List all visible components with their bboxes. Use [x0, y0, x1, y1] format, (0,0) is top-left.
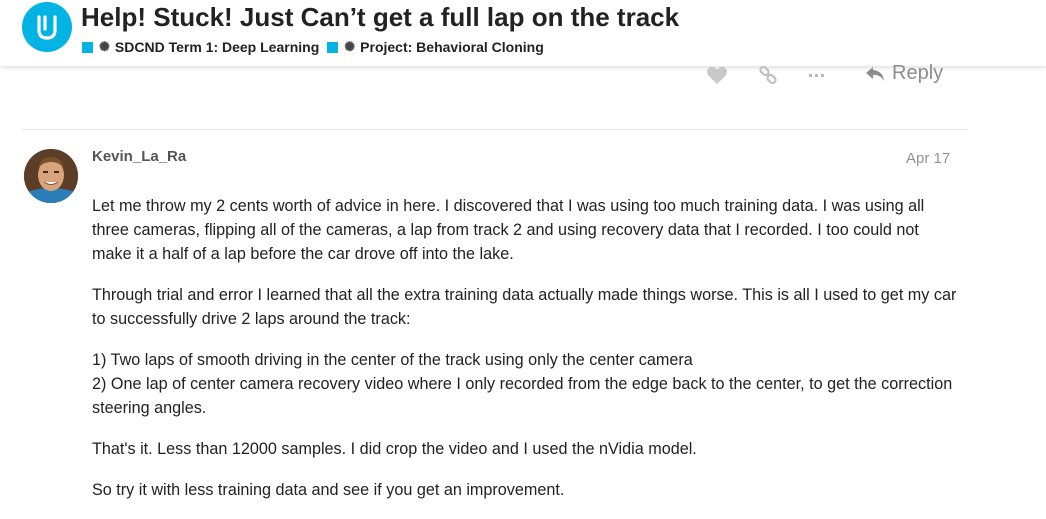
post-paragraph: That's it. Less than 12000 samples. I di…: [92, 440, 697, 458]
post-body: Let me throw my 2 cents worth of advice …: [92, 194, 962, 519]
topic-header: Help! Stuck! Just Can’t get a full lap o…: [0, 0, 1046, 66]
udacity-logo[interactable]: [22, 2, 72, 52]
topic-title[interactable]: Help! Stuck! Just Can’t get a full lap o…: [81, 2, 679, 33]
post-list-item: 2) One lap of center camera recovery vid…: [92, 375, 953, 417]
category-label: SDCND Term 1: Deep Learning: [114, 39, 320, 55]
lock-icon: ✺: [344, 39, 356, 54]
link-icon[interactable]: [758, 65, 778, 91]
reply-button[interactable]: Reply: [864, 62, 943, 85]
post-list-item: 1) Two laps of smooth driving in the cen…: [92, 351, 693, 369]
post-username[interactable]: Kevin_La_Ra: [92, 148, 186, 165]
category-label: Project: Behavioral Cloning: [360, 39, 544, 55]
category-color-badge: [82, 41, 93, 53]
reply-label: Reply: [892, 62, 944, 84]
ellipsis-icon[interactable]: [808, 68, 826, 86]
post-divider: [22, 129, 968, 130]
post-paragraph: Through trial and error I learned that a…: [92, 286, 957, 328]
post-date[interactable]: Apr 17: [906, 150, 950, 167]
breadcrumb: ✺ SDCND Term 1: Deep Learning ✺ Project:…: [82, 38, 552, 56]
category-link-behavioral-cloning[interactable]: ✺ Project: Behavioral Cloning: [327, 39, 544, 55]
avatar[interactable]: [24, 149, 78, 203]
category-color-badge: [327, 41, 339, 53]
heart-icon[interactable]: [706, 65, 728, 90]
reply-arrow-icon: [866, 66, 884, 81]
post-paragraph: So try it with less training data and se…: [92, 481, 565, 499]
post-paragraph: Let me throw my 2 cents worth of advice …: [92, 197, 925, 263]
udacity-u-icon: [37, 15, 57, 40]
category-link-term1[interactable]: ✺ SDCND Term 1: Deep Learning: [82, 39, 319, 55]
lock-icon: ✺: [99, 39, 110, 54]
